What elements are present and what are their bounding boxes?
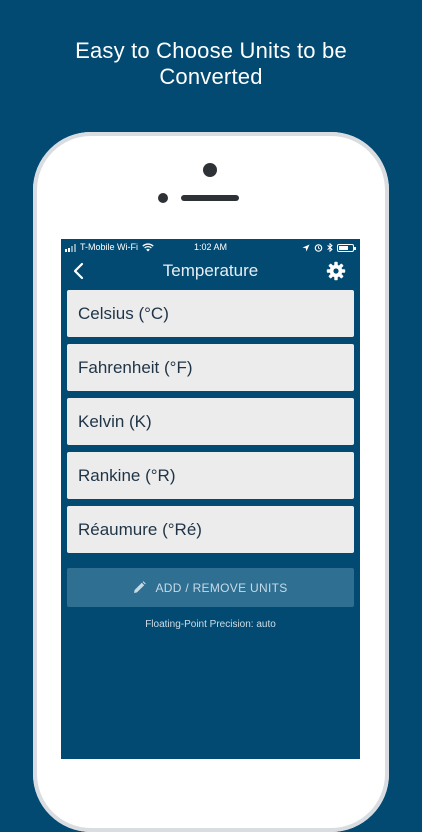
unit-label: Réaumure (°Ré) xyxy=(78,519,202,539)
unit-row-kelvin[interactable]: Kelvin (K) xyxy=(67,398,354,445)
alarm-clock-icon xyxy=(314,244,323,252)
proximity-sensor xyxy=(158,193,168,203)
navigation-bar: Temperature xyxy=(61,256,360,286)
front-camera xyxy=(203,163,217,177)
battery-icon xyxy=(337,243,356,252)
status-bar-right xyxy=(302,239,356,256)
promo-headline: Easy to Choose Units to be Converted xyxy=(0,38,422,90)
unit-label: Rankine (°R) xyxy=(78,465,176,485)
gear-icon[interactable] xyxy=(326,261,346,281)
unit-row-fahrenheit[interactable]: Fahrenheit (°F) xyxy=(67,344,354,391)
unit-label: Kelvin (K) xyxy=(78,411,152,431)
unit-list: Celsius (°C) Fahrenheit (°F) Kelvin (K) … xyxy=(67,290,354,560)
unit-row-rankine[interactable]: Rankine (°R) xyxy=(67,452,354,499)
page-title: Temperature xyxy=(162,261,259,280)
promo-headline-line1: Easy to Choose Units to be xyxy=(75,38,347,63)
unit-label: Fahrenheit (°F) xyxy=(78,357,193,377)
unit-row-reaumure[interactable]: Réaumure (°Ré) xyxy=(67,506,354,553)
status-bar: T-Mobile Wi-Fi 1:02 AM xyxy=(61,239,360,256)
add-remove-units-button[interactable]: ADD / REMOVE UNITS xyxy=(67,568,354,607)
precision-setting-text: Floating-Point Precision: auto xyxy=(145,619,276,630)
location-arrow-icon xyxy=(302,244,310,251)
app-screen: T-Mobile Wi-Fi 1:02 AM Temperature Celsi… xyxy=(61,239,360,759)
add-remove-units-label: ADD / REMOVE UNITS xyxy=(155,580,288,595)
bluetooth-icon xyxy=(327,243,333,252)
unit-label: Celsius (°C) xyxy=(78,303,169,323)
promo-headline-line2: Converted xyxy=(159,64,263,89)
earpiece-speaker xyxy=(181,195,239,201)
pencil-icon xyxy=(134,581,147,593)
unit-row-celsius[interactable]: Celsius (°C) xyxy=(67,290,354,337)
